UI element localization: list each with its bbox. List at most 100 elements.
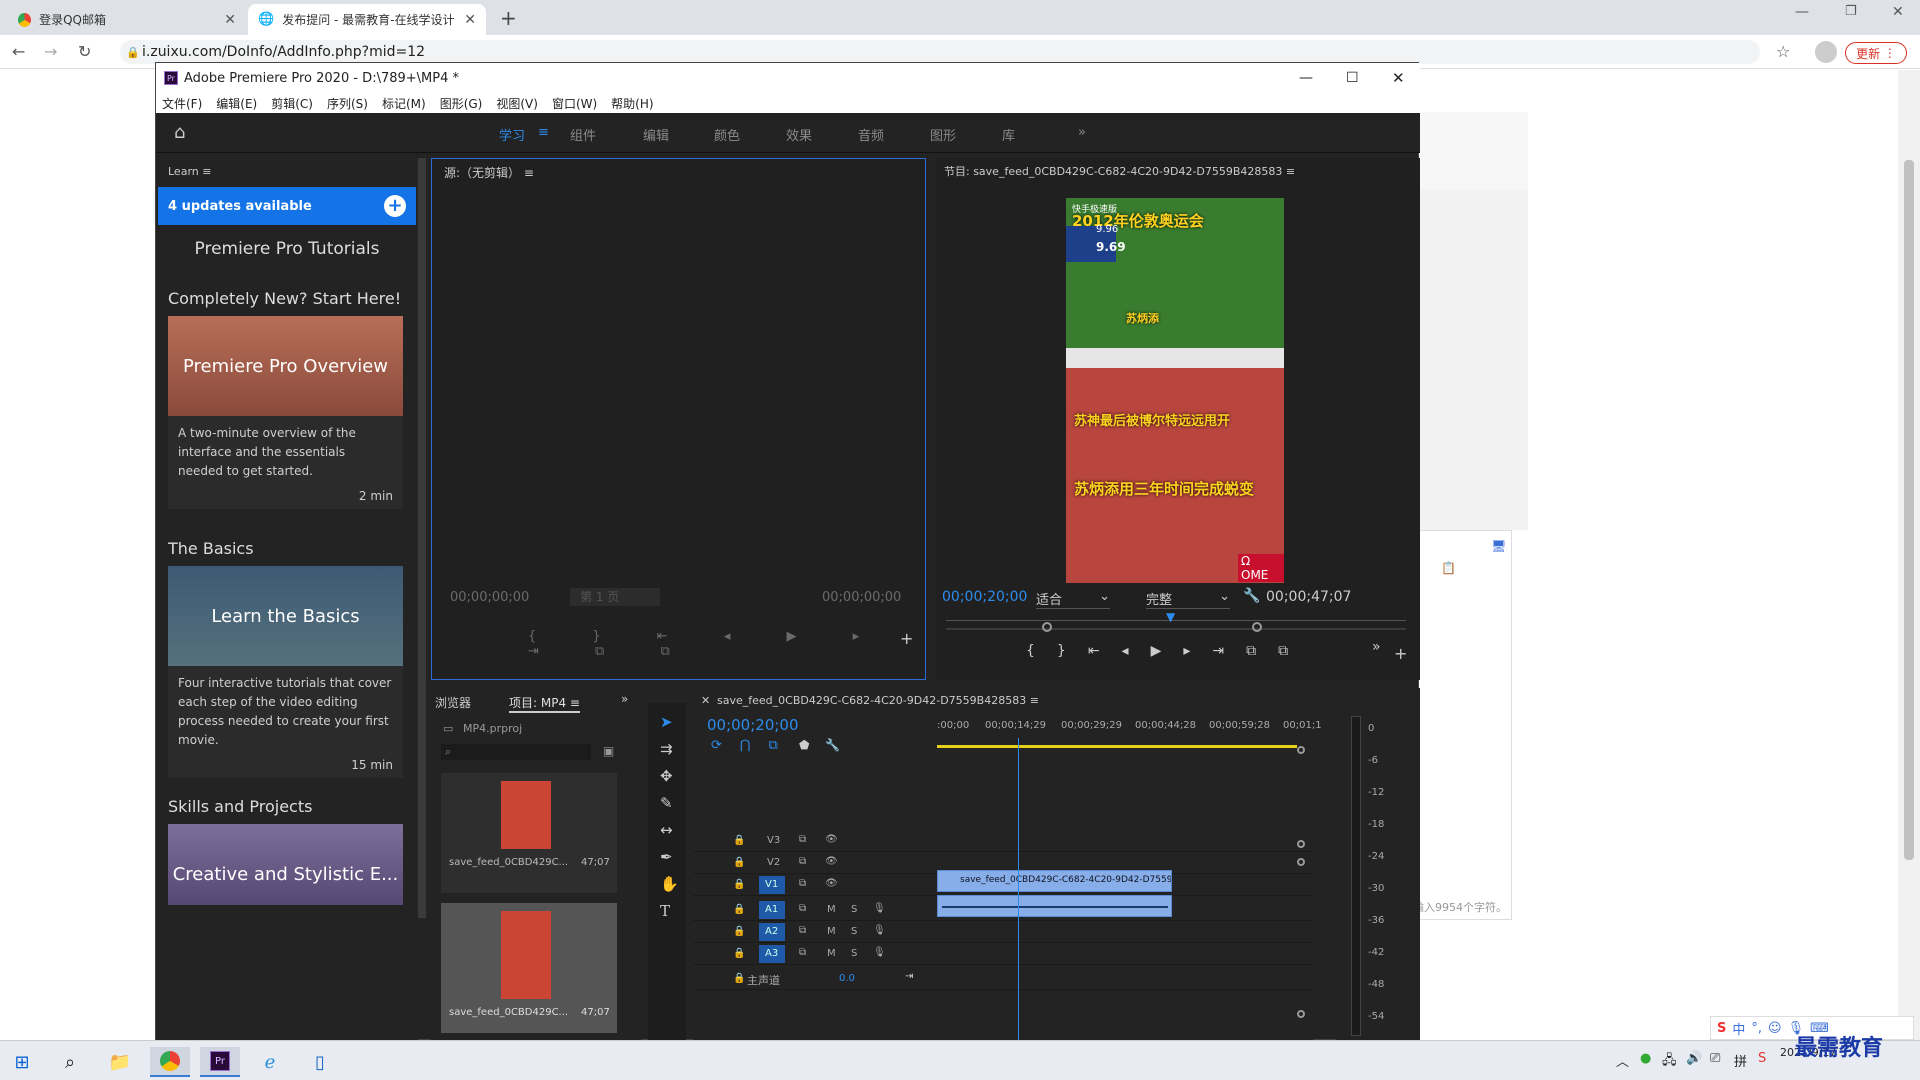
selection-tool-icon[interactable]: ➤ <box>660 713 673 731</box>
sogou-tray-icon[interactable]: S <box>1758 1051 1766 1066</box>
learn-scrollbar[interactable] <box>418 158 426 918</box>
menu-item[interactable]: 标记(M) <box>382 95 426 112</box>
menu-item[interactable]: 编辑(E) <box>216 95 257 112</box>
video-frame[interactable]: 2012年伦敦奥运会 快手极速版 9.96 9.69 苏炳添 苏神最后被博尔特远… <box>1066 198 1284 583</box>
workspace-tab[interactable]: 颜色 <box>714 125 740 144</box>
tutorial-card[interactable]: Learn the Basics Four interactive tutori… <box>168 566 403 778</box>
update-button[interactable]: 更新 ⋮ <box>1845 42 1907 64</box>
monitor-icon[interactable]: 🖥 <box>1491 539 1506 553</box>
sync-icon[interactable]: ⧉ <box>799 878 806 889</box>
zoom-handle[interactable] <box>1252 622 1262 632</box>
mute-toggle[interactable]: M <box>827 926 836 937</box>
wrench-icon[interactable]: 🔧 <box>1243 588 1260 604</box>
lock-icon[interactable]: 🔒 <box>733 835 745 846</box>
source-transport-icons[interactable]: { } ⇤ ◂ ▶ ▸ ⇥ ⧉ ⧉ <box>528 629 925 659</box>
track-name[interactable]: V1 <box>759 876 785 894</box>
search-icon[interactable]: ⌕ <box>50 1047 90 1077</box>
sync-icon[interactable]: ⧉ <box>799 903 806 914</box>
add-button-icon[interactable]: + <box>1394 644 1407 663</box>
lock-icon[interactable]: 🔒 <box>733 857 745 868</box>
browser-tab-active[interactable]: 🌐 发布提问 - 最需教育-在线学设计 ✕ <box>248 4 486 35</box>
project-item-selected[interactable]: save_feed_0CBD429C... 47;07 <box>441 903 617 1033</box>
premiere-icon[interactable]: Pr <box>200 1047 240 1077</box>
ripple-edit-tool-icon[interactable]: ✥ <box>660 767 673 785</box>
maximize-icon[interactable]: ☐ <box>1346 70 1359 86</box>
eye-icon[interactable]: 👁 <box>825 878 838 889</box>
track-a2[interactable]: 🔒 A2 ⧉ M S 🎙 <box>693 921 1313 943</box>
zoom-handle[interactable] <box>1042 622 1052 632</box>
back-arrow-icon[interactable]: ← <box>12 42 25 61</box>
browser-tab[interactable]: 登录QQ邮箱 ✕ <box>8 4 246 35</box>
wrench-icon[interactable]: 🔧 <box>825 738 840 752</box>
tray-up-icon[interactable]: ︿ <box>1616 1051 1629 1070</box>
workspace-tab[interactable]: 音频 <box>858 125 884 144</box>
scroll-thumb[interactable] <box>1904 160 1914 860</box>
url-bar[interactable]: 🔒 i.zuixu.com/DoInfo/AddInfo.php?mid=12 <box>120 40 1760 64</box>
mute-toggle[interactable]: M <box>827 904 836 915</box>
video-clip[interactable]: save_feed_0CBD429C-C682-4C20-9D42-D7559B… <box>937 870 1172 892</box>
tutorial-card[interactable]: Premiere Pro Overview A two-minute overv… <box>168 316 403 509</box>
forward-arrow-icon[interactable]: → <box>44 42 57 61</box>
menu-item[interactable]: 视图(V) <box>496 95 538 112</box>
playhead[interactable] <box>1018 738 1019 1041</box>
search-input[interactable]: ⌕ <box>441 744 591 760</box>
eye-icon[interactable]: 👁 <box>825 834 838 845</box>
new-bin-icon[interactable]: ▣ <box>603 744 614 758</box>
reload-icon[interactable]: ↻ <box>78 42 91 61</box>
sync-icon[interactable]: ⧉ <box>799 925 806 936</box>
sync-icon[interactable]: ⧉ <box>799 834 806 845</box>
timeline-timecode[interactable]: 00;00;20;00 <box>707 716 799 734</box>
workspace-tab[interactable]: 组件 <box>570 125 596 144</box>
ime-mode[interactable]: 中 <box>1732 1019 1745 1038</box>
more-icon[interactable]: » <box>621 692 628 706</box>
razor-tool-icon[interactable]: ✎ <box>660 794 673 812</box>
minimize-icon[interactable]: — <box>1299 70 1313 86</box>
tray-app-icon[interactable]: ● <box>1640 1051 1651 1066</box>
page-scrollbar[interactable] <box>1898 70 1920 1040</box>
audio-clip[interactable] <box>937 895 1172 917</box>
sequence-tab[interactable]: save_feed_0CBD429C-C682-4C20-9D42-D7559B… <box>717 694 1039 707</box>
ime-tray-icon[interactable]: 拼 <box>1734 1051 1747 1070</box>
microphone-icon[interactable]: 🎙 <box>873 947 886 958</box>
windows-start-icon[interactable]: ⊞ <box>2 1047 42 1077</box>
more-icon[interactable]: » <box>1372 639 1381 655</box>
workspace-menu-icon[interactable]: ≡ <box>538 125 549 140</box>
track-name[interactable]: A1 <box>759 901 785 919</box>
tutorial-card[interactable]: Creative and Stylistic E... <box>168 824 403 905</box>
track-a3[interactable]: 🔒 A3 ⧉ M S 🎙 <box>693 943 1313 965</box>
add-button-icon[interactable]: + <box>900 629 913 648</box>
lock-icon[interactable]: 🔒 <box>733 948 745 959</box>
updates-banner[interactable]: 4 updates available + <box>158 187 416 225</box>
scroll-handle[interactable] <box>1297 858 1305 866</box>
quality-dropdown[interactable]: 完整 ⌄ <box>1146 589 1230 609</box>
scroll-handle[interactable] <box>1297 746 1305 754</box>
file-explorer-icon[interactable]: 📁 <box>100 1047 140 1077</box>
scroll-handle[interactable] <box>1297 1010 1305 1018</box>
lock-icon[interactable]: 🔒 <box>733 879 745 890</box>
slip-tool-icon[interactable]: ↔ <box>660 821 673 839</box>
time-ruler[interactable]: :00;00 00;00;14;29 00;00;29;29 00;00;44;… <box>937 718 1322 748</box>
program-timecode[interactable]: 00;00;20;00 <box>942 589 1027 605</box>
lock-icon[interactable]: 🔒 <box>733 973 745 984</box>
go-to-end-icon[interactable]: ⇥ <box>905 971 913 982</box>
track-master[interactable]: 🔒 主声道 0.0 ⇥ <box>693 968 1313 990</box>
fit-dropdown[interactable]: 适合 ⌄ <box>1036 589 1110 609</box>
chrome-icon[interactable] <box>150 1047 190 1077</box>
sync-icon[interactable]: ⧉ <box>799 856 806 867</box>
track-v3[interactable]: 🔒 V3 ⧉ 👁 <box>693 830 1313 852</box>
track-name[interactable]: A2 <box>759 923 785 941</box>
sync-icon[interactable]: ⧉ <box>799 947 806 958</box>
scroll-handle[interactable] <box>1297 840 1305 848</box>
microphone-icon[interactable]: 🎙 <box>873 903 886 914</box>
page-editor[interactable]: 🖥 📋 输入9954个字符。 <box>1410 530 1512 920</box>
bookmark-star-icon[interactable]: ☆ <box>1776 42 1790 61</box>
project-item[interactable]: save_feed_0CBD429C... 47;07 <box>441 773 617 893</box>
page-field[interactable]: 第 1 页 <box>570 588 660 606</box>
restore-icon[interactable]: ❐ <box>1845 4 1857 19</box>
workspace-tab[interactable]: 编辑 <box>643 125 669 144</box>
scrub-bar[interactable] <box>946 620 1406 621</box>
menu-item[interactable]: 剪辑(C) <box>271 95 313 112</box>
workspace-tab[interactable]: 效果 <box>786 125 812 144</box>
lock-icon[interactable]: 🔒 <box>733 926 745 937</box>
new-tab-plus-icon[interactable]: + <box>500 6 517 30</box>
